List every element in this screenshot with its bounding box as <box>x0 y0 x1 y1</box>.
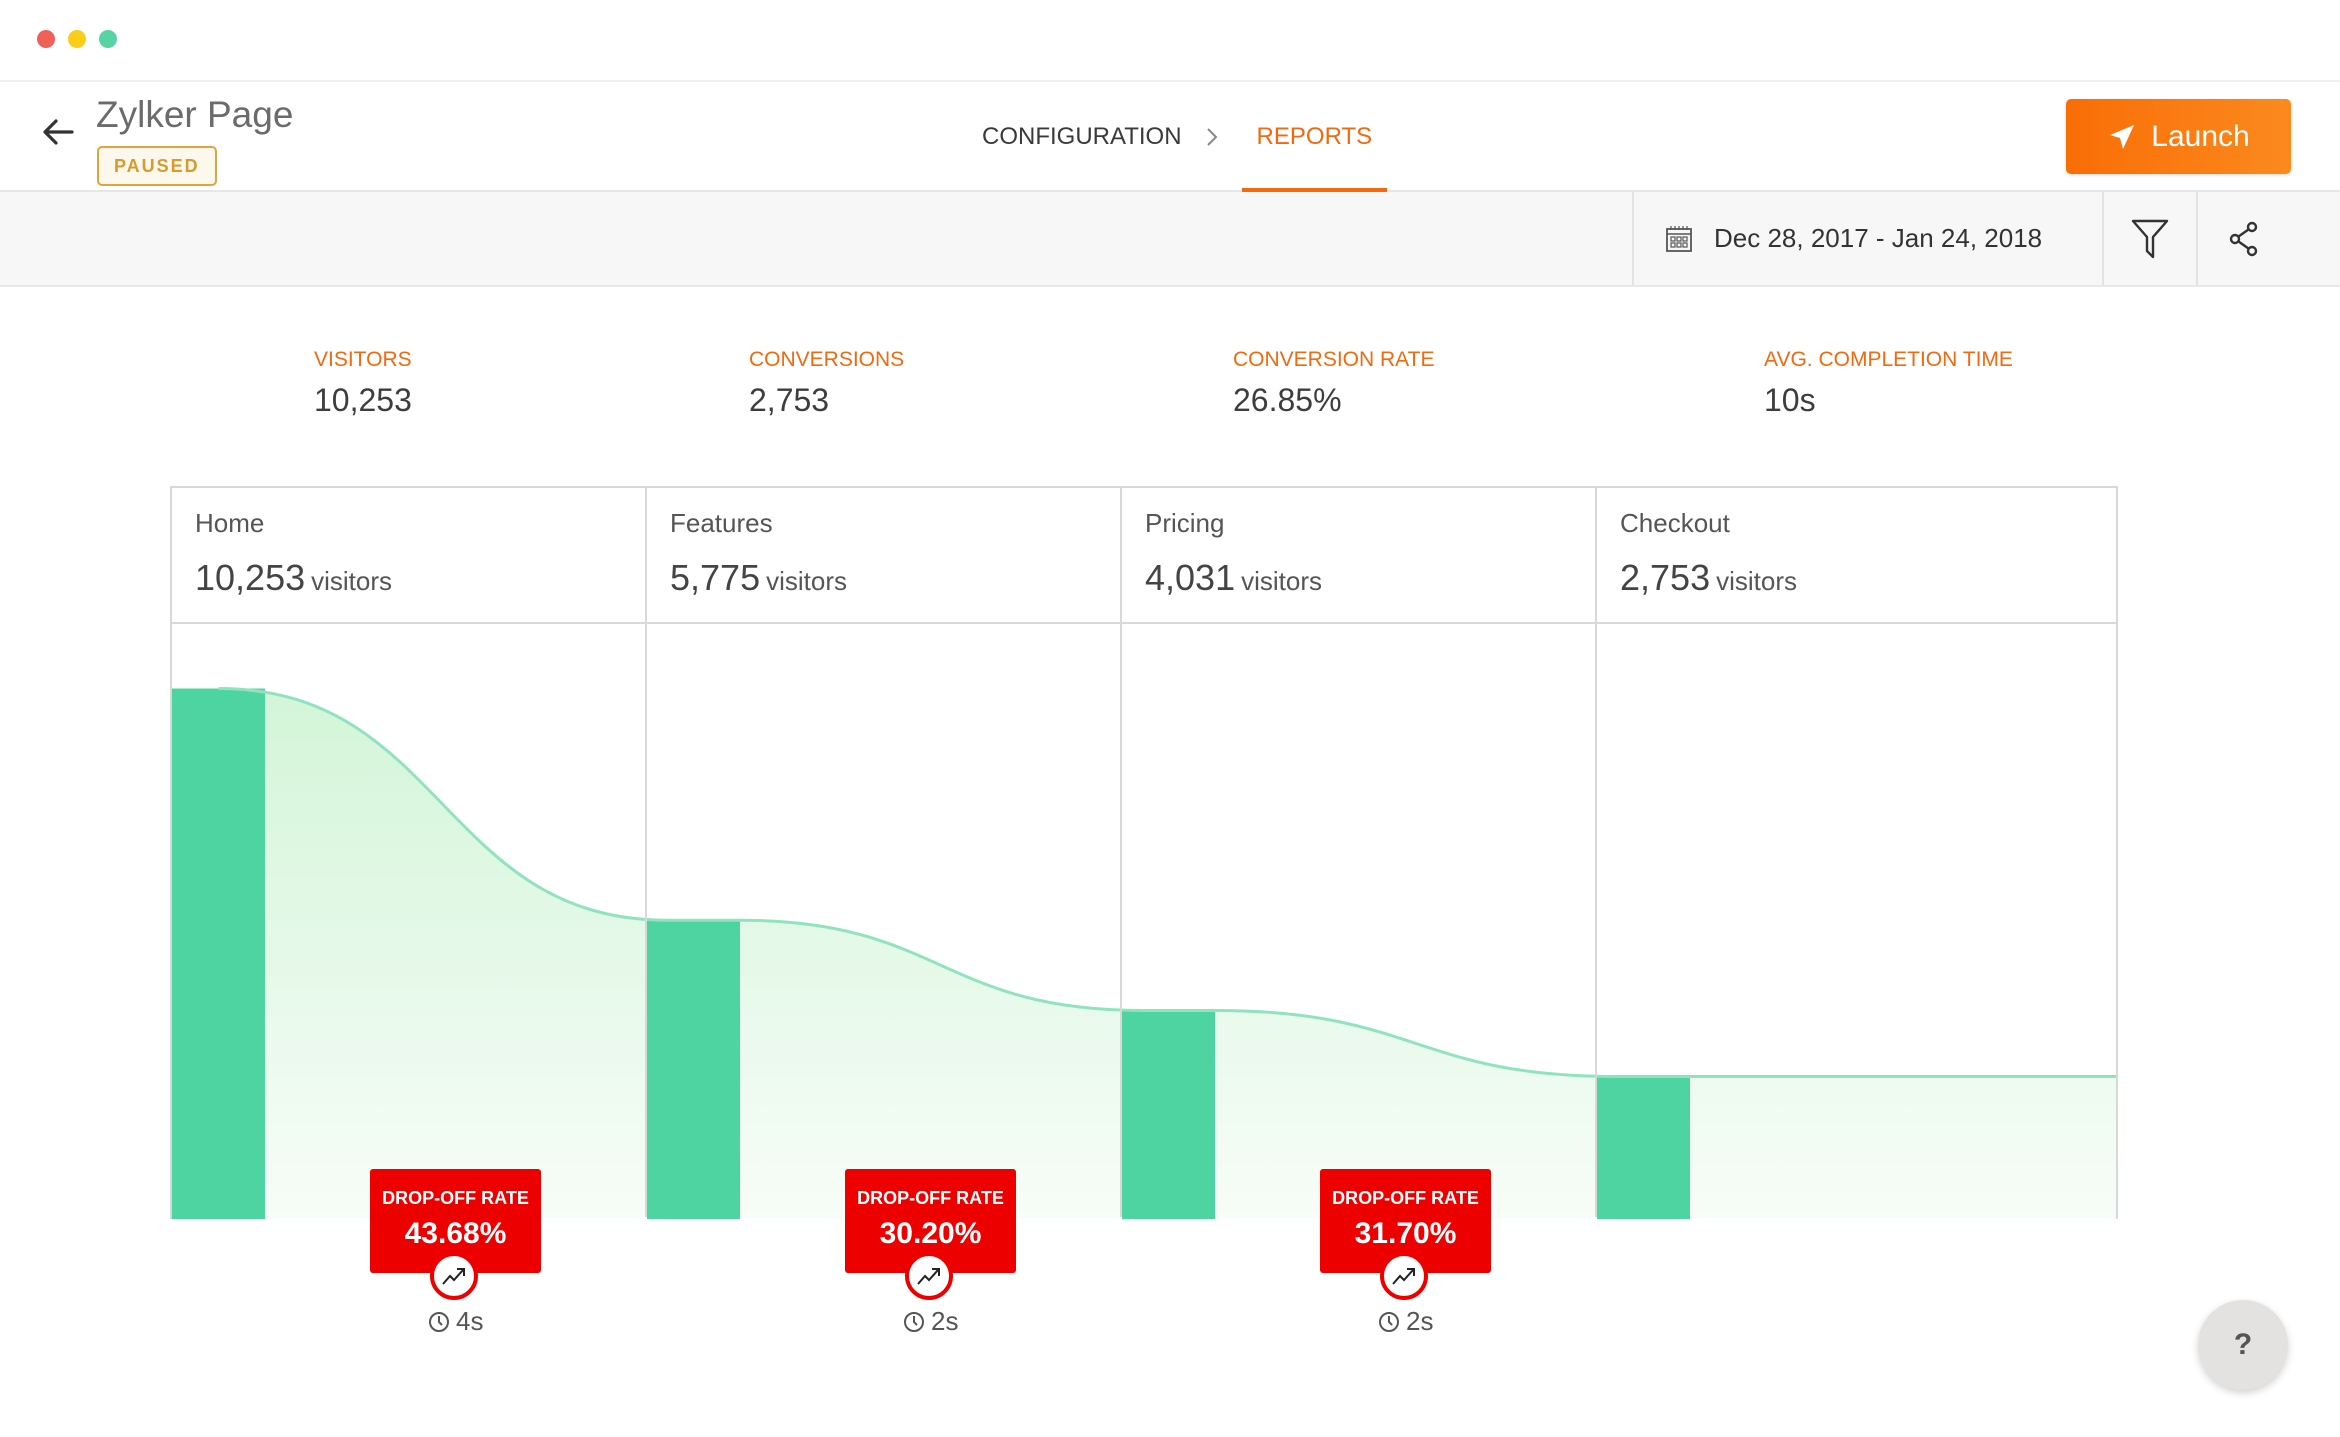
metric-label: VISITORS <box>314 348 412 371</box>
funnel-bar-home[interactable] <box>172 688 265 1219</box>
clock-icon <box>904 1311 924 1332</box>
metric-label: CONVERSIONS <box>749 348 905 371</box>
column-divider <box>645 488 647 1217</box>
dropoff-time: 2s <box>931 1306 959 1336</box>
dropoff-label: DROP-OFF RATE <box>857 1188 1004 1208</box>
report-toolbar: Dec 28, 2017 - Jan 24, 2018 <box>0 192 2340 287</box>
metric-value: 10,253 <box>314 382 412 418</box>
funnel-chart: Home 10,253 visitors Features 5,775 visito… <box>170 486 2118 1219</box>
stage-unit: visitors <box>1241 566 1322 596</box>
tab-configuration[interactable]: CONFIGURATION <box>982 82 1182 192</box>
dropoff-time-features: 2s <box>903 1306 958 1337</box>
stage-name: Home <box>195 508 265 538</box>
funnel-chart-plot <box>172 687 2116 1219</box>
dropoff-time-pricing: 2s <box>1378 1306 1433 1337</box>
funnel-stage-headers: Home 10,253 visitors Features 5,775 visito… <box>172 488 2116 624</box>
close-window-button[interactable] <box>37 30 55 48</box>
dropoff-time: 4s <box>456 1306 484 1336</box>
stage-visitor-count: 4,031 <box>1145 557 1236 598</box>
dropoff-time: 2s <box>1406 1306 1434 1336</box>
funnel-bar-pricing[interactable] <box>1122 1010 1215 1219</box>
calendar-icon <box>1666 225 1692 252</box>
page-header: Zylker Page PAUSED CONFIGURATION REPORTS… <box>0 80 2340 194</box>
trend-icon[interactable] <box>430 1252 478 1300</box>
dropoff-value: 30.20% <box>879 1217 982 1250</box>
metric-value: 2,753 <box>749 382 830 418</box>
metric-conversion-rate: CONVERSION RATE 26.85% <box>1233 348 1434 419</box>
maximize-window-button[interactable] <box>99 30 117 48</box>
metric-visitors: VISITORS 10,253 <box>314 348 412 419</box>
status-badge: PAUSED <box>97 146 217 186</box>
stage-unit: visitors <box>1716 566 1797 596</box>
dropoff-value: 31.70% <box>1354 1217 1457 1250</box>
stage-name: Checkout <box>1620 508 1730 538</box>
window-titlebar <box>0 0 2340 80</box>
clock-icon <box>429 1311 449 1332</box>
stage-visitor-count: 10,253 <box>195 557 306 598</box>
dropoff-value: 43.68% <box>404 1217 507 1250</box>
stage-visitor-count: 2,753 <box>1620 557 1711 598</box>
column-divider <box>1595 488 1597 1217</box>
stage-name: Features <box>670 508 773 538</box>
funnel-bar-features[interactable] <box>647 920 740 1219</box>
chevron-right-icon <box>1182 125 1242 149</box>
help-button[interactable]: ? <box>2198 1300 2288 1390</box>
tab-reports[interactable]: REPORTS <box>1241 82 1388 194</box>
stage-unit: visitors <box>311 566 393 596</box>
page-title: Zylker Page <box>96 94 294 135</box>
share-button[interactable] <box>2196 192 2290 285</box>
stage-header-pricing[interactable]: Pricing 4,031 visitors <box>1122 488 1596 622</box>
stage-unit: visitors <box>766 566 847 596</box>
launch-label: Launch <box>2151 119 2250 153</box>
metric-label: AVG. COMPLETION TIME <box>1764 348 2013 371</box>
trend-icon[interactable] <box>1380 1252 1428 1300</box>
metric-conversions: CONVERSIONS 2,753 <box>749 348 904 419</box>
arrow-left-icon <box>43 119 74 145</box>
stage-visitor-count: 5,775 <box>670 557 761 598</box>
funnel-bar-checkout[interactable] <box>1597 1076 1690 1219</box>
send-icon <box>2110 124 2135 149</box>
dropoff-time-home: 4s <box>428 1306 483 1337</box>
metric-value: 26.85% <box>1233 382 1342 418</box>
step-navigation: CONFIGURATION REPORTS <box>982 82 1388 194</box>
back-button[interactable] <box>40 114 76 150</box>
metric-value: 10s <box>1764 382 1816 418</box>
date-range-text: Dec 28, 2017 - Jan 24, 2018 <box>1714 223 2043 253</box>
clock-icon <box>1379 1311 1399 1332</box>
minimize-window-button[interactable] <box>68 30 86 48</box>
filter-button[interactable] <box>2102 192 2196 285</box>
metric-label: CONVERSION RATE <box>1233 348 1435 371</box>
filter-icon <box>2131 219 2169 258</box>
stage-header-home[interactable]: Home 10,253 visitors <box>172 488 646 622</box>
dropoff-label: DROP-OFF RATE <box>1332 1188 1479 1208</box>
trend-icon[interactable] <box>905 1252 953 1300</box>
share-icon <box>2229 221 2258 256</box>
launch-button[interactable]: Launch <box>2066 99 2291 174</box>
stage-header-checkout[interactable]: Checkout 2,753 visitors <box>1597 488 2116 622</box>
stage-name: Pricing <box>1145 508 1225 538</box>
column-divider <box>1120 488 1122 1217</box>
metric-avg-completion-time: AVG. COMPLETION TIME 10s <box>1764 348 2013 419</box>
stage-header-features[interactable]: Features 5,775 visitors <box>647 488 1121 622</box>
dropoff-label: DROP-OFF RATE <box>382 1188 529 1208</box>
date-range-picker[interactable]: Dec 28, 2017 - Jan 24, 2018 <box>1632 192 2102 285</box>
